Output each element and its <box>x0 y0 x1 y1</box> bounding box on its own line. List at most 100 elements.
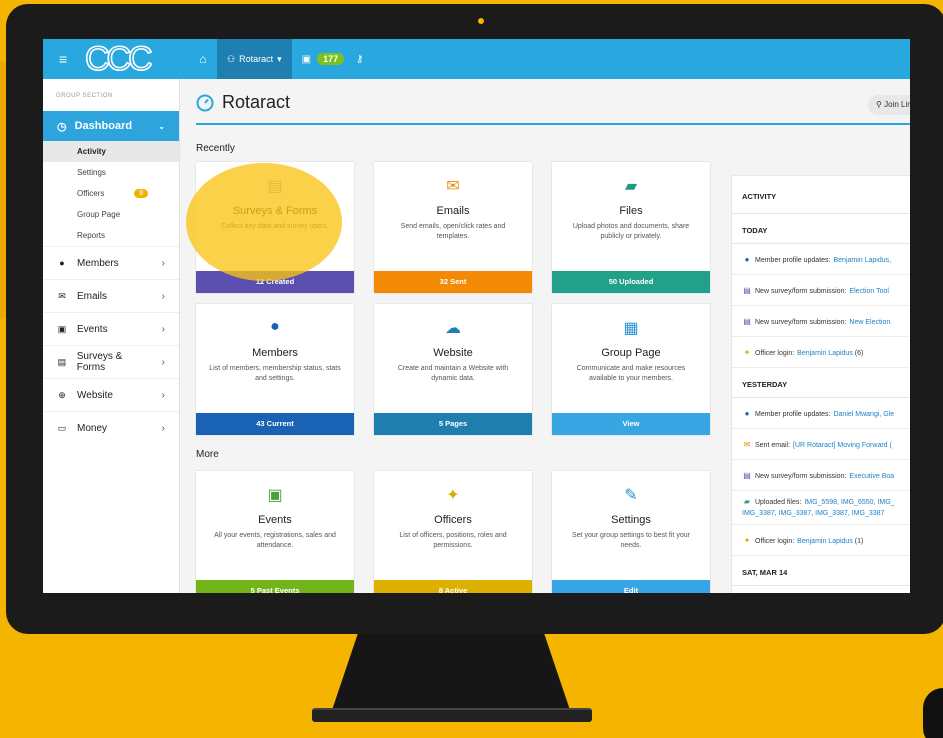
activity-link[interactable]: Benjamin Lapidus <box>797 538 853 545</box>
card-footer-button[interactable]: 5 Pages <box>374 413 532 435</box>
activity-row[interactable]: ● Member profile updates: Daniel Mwangi, G… <box>732 398 910 429</box>
card-footer-button[interactable]: 5 Past Events <box>196 580 354 593</box>
sidebar-sub-group-page[interactable]: Group Page <box>43 204 179 225</box>
card-title: Files <box>619 205 643 217</box>
chevron-right-icon: › <box>161 257 165 269</box>
activity-link-continued[interactable]: IMG_3387, IMG_3387, IMG_3387, IMG_3387 <box>742 510 884 517</box>
group-dropdown[interactable]: ⚇ Rotaract ▾ <box>217 39 292 79</box>
activity-day-heading: SAT, MAR 14 <box>732 556 910 586</box>
sidebar-item-dashboard[interactable]: ◷ Dashboard ⌄ <box>43 111 179 141</box>
card-footer-button[interactable]: 8 Active <box>374 580 532 593</box>
feature-card[interactable]: ✉ Emails Send emails, open/click rates a… <box>374 162 532 293</box>
card-footer-button[interactable]: Edit <box>552 580 710 593</box>
sidebar-item-money[interactable]: ▭ Money › <box>43 411 179 444</box>
sidebar-item-events[interactable]: ▣ Events › <box>43 312 179 345</box>
menu-icon[interactable]: ≡ <box>59 51 81 67</box>
activity-text: Member profile updates: <box>755 256 831 264</box>
sidebar-item-website[interactable]: ⊕ Website › <box>43 378 179 411</box>
activity-day-heading: TODAY <box>732 214 910 244</box>
card-footer-button[interactable]: 43 Current <box>196 413 354 435</box>
ccc-logo[interactable]: CCC <box>81 39 179 79</box>
wrench-icon: ✎ <box>624 487 638 504</box>
feature-card[interactable]: ● Members List of members, membership st… <box>196 304 354 435</box>
card-title: Emails <box>436 205 470 217</box>
card-footer-button[interactable]: 50 Uploaded <box>552 271 710 293</box>
activity-row[interactable]: ✦ Officer login: Benjamin Lapidus (6) <box>732 337 910 368</box>
card-title: Officers <box>434 514 472 526</box>
officer-icon: ✦ <box>743 347 751 357</box>
activity-row[interactable]: ▤ New survey/form submission: Election Too… <box>732 275 910 306</box>
key-icon[interactable]: ⚷ <box>356 54 363 65</box>
envelope-icon: ✉ <box>58 290 66 301</box>
person-icon: ● <box>742 591 752 593</box>
activity-text: Member profile updates: <box>755 410 831 418</box>
feature-card[interactable]: ✦ Officers List of officers, positions, … <box>374 471 532 593</box>
sidebar-item-members[interactable]: ● Members › <box>43 246 179 279</box>
highlight-circle <box>186 163 342 281</box>
sidebar: GROUP SECTION ◷ Dashboard ⌄ Activity Set… <box>43 79 180 593</box>
recently-label: Recently <box>196 143 235 154</box>
sidebar-sub-label: Group Page <box>77 210 121 219</box>
top-bar: ≡ CCC ⌂ ⚇ Rotaract ▾ ▣ 177 ⚷ <box>43 39 910 79</box>
feature-card[interactable]: ▣ Events All your events, registrations,… <box>196 471 354 593</box>
sidebar-item-emails[interactable]: ✉ Emails › <box>43 279 179 312</box>
background-shape <box>923 688 943 738</box>
activity-row[interactable]: ▰ Uploaded files: IMG_5598, IMG_6550, IMG_… <box>732 491 910 525</box>
calendar-count-badge: 177 <box>317 53 345 65</box>
activity-panel: ACTIVITY TODAY ● Member profile updates: Be… <box>732 176 910 593</box>
person-icon: ● <box>270 318 280 335</box>
activity-link[interactable]: New Election <box>849 319 890 326</box>
sidebar-sub-officers[interactable]: Officers 8 <box>43 183 179 204</box>
activity-link[interactable]: Executive Boa <box>849 473 894 480</box>
activity-row[interactable]: ▤ New survey/form submission: Executive Bo… <box>732 460 910 491</box>
activity-link[interactable]: Benjamin Lapidus, <box>833 257 891 264</box>
chevron-right-icon: › <box>161 389 165 401</box>
feature-card[interactable]: ☁ Website Create and maintain a Website … <box>374 304 532 435</box>
card-description: Upload photos and documents, share publi… <box>572 223 690 240</box>
layout-icon: ▦ <box>623 320 639 337</box>
activity-text: Sent email: <box>755 441 791 449</box>
sidebar-sub-label: Settings <box>77 168 106 177</box>
calendar-icon: ▣ <box>57 323 67 334</box>
card-footer-button[interactable]: 32 Sent <box>374 271 532 293</box>
activity-row[interactable]: ▤ New survey/form submission: New Election <box>732 306 910 337</box>
card-description: Send emails, open/click rates and templa… <box>400 223 506 240</box>
clipboard-icon: ▤ <box>743 316 751 326</box>
home-icon[interactable]: ⌂ <box>189 52 217 66</box>
activity-suffix: (1) <box>852 537 864 545</box>
monitor-stand <box>330 630 572 716</box>
sidebar-sub-settings[interactable]: Settings <box>43 162 179 183</box>
sidebar-item-surveys[interactable]: ▤ Surveys & Forms › <box>43 345 179 378</box>
link-icon: ⚲ <box>876 100 885 109</box>
feature-card[interactable]: ✎ Settings Set your group settings to be… <box>552 471 710 593</box>
envelope-icon: ✉ <box>446 178 460 195</box>
activity-row[interactable]: ✦ Officer login: Benjamin Lapidus (1) <box>732 525 910 556</box>
activity-row[interactable]: ● Member profile updates: Benjamin Lapidus… <box>732 244 910 275</box>
activity-row[interactable]: ✉ Sent email: [UR Rotaract] Moving Forward… <box>732 429 910 460</box>
person-icon: ● <box>744 408 750 418</box>
chevron-down-icon: ⌄ <box>158 121 165 131</box>
feature-card[interactable]: ▦ Group Page Communicate and make resour… <box>552 304 710 435</box>
page-title-text: Rotaract <box>222 92 291 112</box>
sidebar-sub-reports[interactable]: Reports <box>43 225 179 246</box>
sidebar-item-label: Events <box>77 323 108 335</box>
dashboard-icon: ◷ <box>57 120 67 133</box>
activity-text: New survey/form submission: <box>755 287 847 295</box>
activity-row[interactable]: ●Member profile updates:Niera Hussein Ba… <box>732 586 910 593</box>
sidebar-sub-label: Activity <box>77 147 106 156</box>
more-label: More <box>196 449 219 460</box>
sidebar-sub-activity[interactable]: Activity <box>43 141 179 162</box>
calendar-nav[interactable]: ▣ 177 <box>302 53 345 65</box>
card-footer-button[interactable]: View <box>552 413 710 435</box>
activity-link[interactable]: Daniel Mwangi, Gle <box>833 411 894 418</box>
activity-link[interactable]: Benjamin Lapidus <box>797 350 853 357</box>
activity-link[interactable]: Election Tool <box>849 288 889 295</box>
activity-link[interactable]: [UR Rotaract] Moving Forward ( <box>793 442 892 449</box>
group-name: Rotaract <box>239 54 274 64</box>
card-description: Create and maintain a Website with dynam… <box>397 365 509 382</box>
activity-link[interactable]: IMG_5598, IMG_6550, IMG_ <box>804 499 894 506</box>
card-title: Events <box>258 514 292 526</box>
feature-card[interactable]: ▰ Files Upload photos and documents, sha… <box>552 162 710 293</box>
join-link-button[interactable]: ⚲ Join Lin <box>868 95 910 115</box>
officers-count-badge: 8 <box>134 189 149 198</box>
